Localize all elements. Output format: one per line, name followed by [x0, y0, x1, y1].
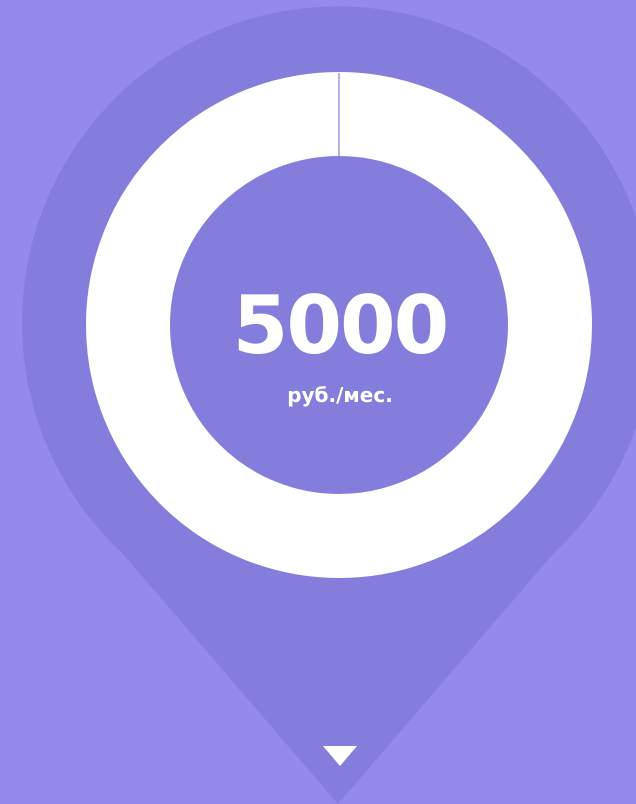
price-amount: 5000: [232, 279, 450, 372]
price-unit: руб./мес.: [287, 383, 393, 407]
price-block: 5000 руб./мес.: [170, 270, 510, 408]
price-pin-card: 5000 руб./мес.: [0, 0, 636, 804]
